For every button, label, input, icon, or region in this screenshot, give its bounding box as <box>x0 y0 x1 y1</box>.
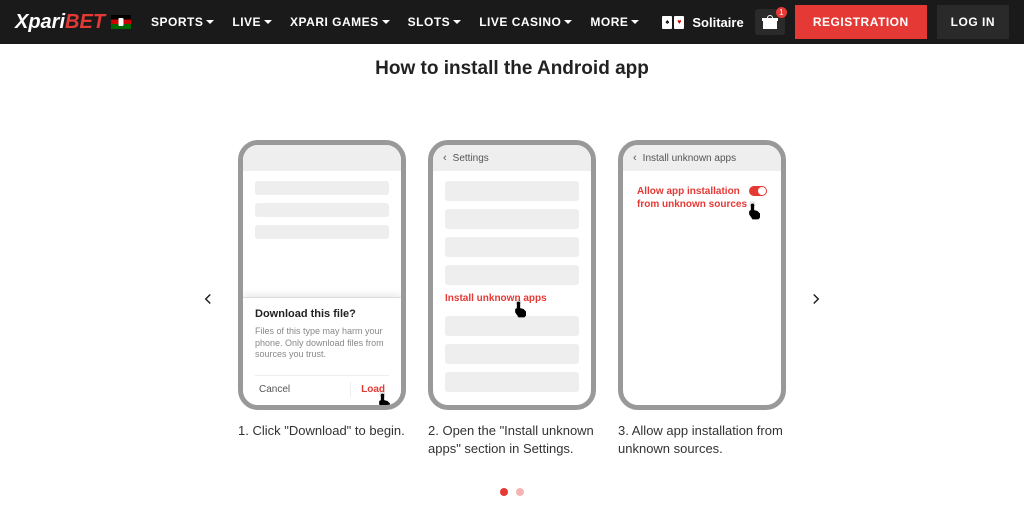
page-dot-2[interactable] <box>516 488 524 496</box>
nav-live-casino[interactable]: LIVE CASINO <box>479 15 572 29</box>
nav-live[interactable]: LIVE <box>232 15 272 29</box>
load-button: Load <box>350 382 389 397</box>
step-caption: 3. Allow app installation from unknown s… <box>618 422 786 458</box>
kenya-flag-icon <box>111 15 131 29</box>
step-caption: 2. Open the "Install unknown apps" secti… <box>428 422 596 458</box>
steps-container: Download this file? Files of this type m… <box>238 140 786 458</box>
install-steps-carousel: Download this file? Files of this type m… <box>0 140 1024 458</box>
main-content: How to install the Android app Download … <box>0 44 1024 496</box>
chevron-right-icon <box>807 290 825 308</box>
chevron-down-icon <box>382 20 390 24</box>
notification-badge: 1 <box>776 7 787 18</box>
gift-icon <box>763 15 777 29</box>
dialog-title: Download this file? <box>255 308 389 320</box>
promotions-button[interactable]: 1 <box>755 9 785 35</box>
carousel-pagination <box>0 488 1024 496</box>
download-dialog: Download this file? Files of this type m… <box>243 297 401 405</box>
step-2: ‹ Settings Install unknown apps <box>428 140 596 458</box>
logo-text-1: Xpari <box>15 11 65 34</box>
chevron-down-icon <box>453 20 461 24</box>
screen-title: Install unknown apps <box>643 153 736 164</box>
chevron-down-icon <box>631 20 639 24</box>
step-caption: 1. Click "Download" to begin. <box>238 422 406 440</box>
login-button[interactable]: LOG IN <box>937 5 1009 39</box>
back-icon: ‹ <box>443 152 447 164</box>
dialog-text: Files of this type may harm your phone. … <box>255 326 389 361</box>
nav-sports[interactable]: SPORTS <box>151 15 214 29</box>
carousel-next-button[interactable] <box>798 281 834 317</box>
chevron-down-icon <box>206 20 214 24</box>
allow-installation-label: Allow app installation from unknown sour… <box>637 185 749 211</box>
screen-title: Settings <box>453 153 489 164</box>
cancel-button: Cancel <box>255 382 294 397</box>
nav-solitaire[interactable]: ♠♥ Solitaire <box>662 15 743 30</box>
step-1: Download this file? Files of this type m… <box>238 140 406 440</box>
page-dot-1[interactable] <box>500 488 508 496</box>
phone-mockup-1: Download this file? Files of this type m… <box>238 140 406 410</box>
step-3: ‹ Install unknown apps Allow app install… <box>618 140 786 458</box>
chevron-left-icon <box>199 290 217 308</box>
install-unknown-apps-link: Install unknown apps <box>445 293 579 304</box>
carousel-prev-button[interactable] <box>190 281 226 317</box>
phone-mockup-2: ‹ Settings Install unknown apps <box>428 140 596 410</box>
nav-xpari-games[interactable]: XPARI GAMES <box>290 15 390 29</box>
main-nav: SPORTS LIVE XPARI GAMES SLOTS LIVE CASIN… <box>151 15 744 30</box>
nav-slots[interactable]: SLOTS <box>408 15 462 29</box>
back-icon: ‹ <box>633 152 637 164</box>
logo-text-2: BET <box>65 11 105 34</box>
allow-sources-toggle <box>749 186 767 196</box>
phone-mockup-3: ‹ Install unknown apps Allow app install… <box>618 140 786 410</box>
nav-more[interactable]: MORE <box>590 15 639 29</box>
chevron-down-icon <box>264 20 272 24</box>
top-nav: XpariBET SPORTS LIVE XPARI GAMES SLOTS L… <box>0 0 1024 44</box>
page-title: How to install the Android app <box>0 58 1024 80</box>
registration-button[interactable]: REGISTRATION <box>795 5 927 39</box>
logo[interactable]: XpariBET <box>15 11 131 34</box>
cards-icon: ♠♥ <box>662 16 684 29</box>
header-actions: 1 REGISTRATION LOG IN <box>755 5 1009 39</box>
chevron-down-icon <box>564 20 572 24</box>
